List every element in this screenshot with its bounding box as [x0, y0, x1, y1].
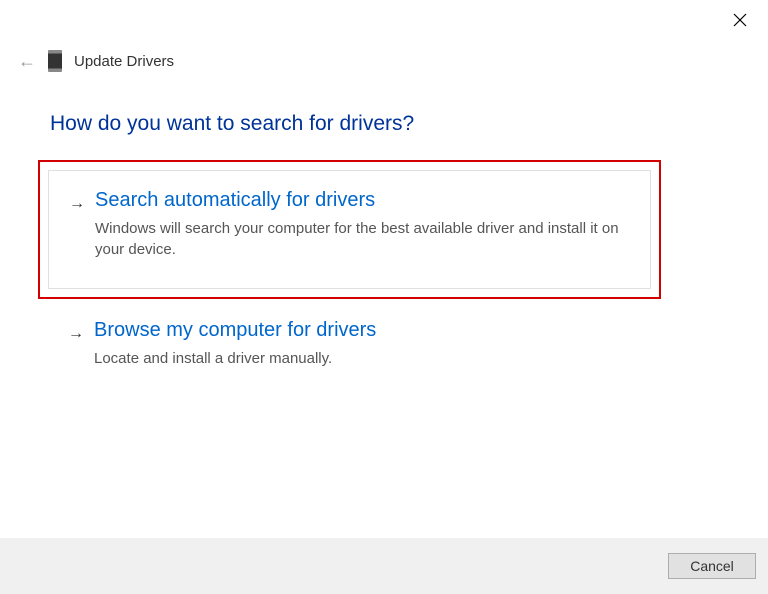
cancel-button[interactable]: Cancel: [668, 553, 756, 579]
page-heading: How do you want to search for drivers?: [50, 112, 414, 136]
option-title-auto: Search automatically for drivers: [95, 189, 630, 212]
highlight-box: → Search automatically for drivers Windo…: [38, 160, 661, 299]
option-title-browse: Browse my computer for drivers: [94, 319, 641, 342]
search-automatically-option[interactable]: → Search automatically for drivers Windo…: [48, 170, 651, 289]
dialog-title: Update Drivers: [74, 53, 174, 70]
arrow-right-icon: →: [68, 325, 84, 343]
option-description-browse: Locate and install a driver manually.: [94, 348, 641, 369]
close-icon: [733, 13, 747, 27]
dialog-footer: Cancel: [0, 538, 768, 594]
browse-computer-option[interactable]: → Browse my computer for drivers Locate …: [38, 313, 661, 387]
options-container: → Search automatically for drivers Windo…: [38, 160, 661, 387]
dialog-header: ← Update Drivers: [18, 50, 174, 72]
option-text-wrapper: Search automatically for drivers Windows…: [95, 189, 630, 260]
back-arrow-icon[interactable]: ←: [18, 51, 36, 72]
arrow-right-icon: →: [69, 195, 85, 213]
device-icon: [48, 50, 62, 72]
close-button[interactable]: [730, 10, 750, 30]
option-description-auto: Windows will search your computer for th…: [95, 218, 630, 260]
option-text-wrapper: Browse my computer for drivers Locate an…: [94, 319, 641, 369]
